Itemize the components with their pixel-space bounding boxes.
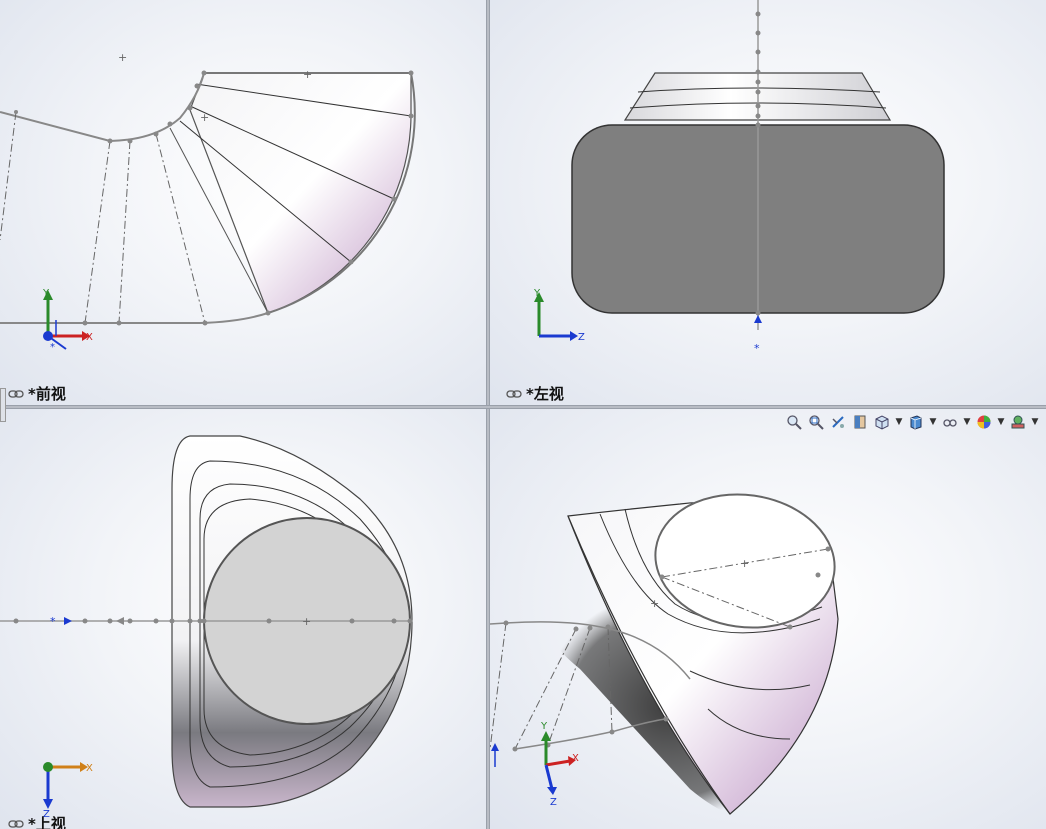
edit-appearance-icon[interactable]	[974, 412, 994, 432]
horizontal-viewport-splitter[interactable]	[0, 405, 1046, 409]
previous-view-icon[interactable]	[828, 412, 848, 432]
zoom-to-fit-icon[interactable]	[784, 412, 804, 432]
top-view-name: *上视	[28, 815, 66, 829]
svg-text:*: *	[50, 342, 55, 353]
left-view-name: *左视	[526, 385, 564, 403]
svg-text:X: X	[572, 753, 579, 764]
vertical-viewport-splitter[interactable]	[486, 0, 490, 829]
view-orientation-dropdown[interactable]: ▼	[894, 412, 904, 432]
svg-text:X: X	[86, 332, 93, 343]
link-icon	[8, 389, 24, 398]
svg-text:*: *	[754, 342, 760, 355]
edit-appearance-dropdown[interactable]: ▼	[996, 412, 1006, 432]
left-view-label[interactable]: *左视	[506, 383, 564, 404]
front-viewport[interactable]: + + + * Y X *前视	[0, 0, 486, 405]
svg-text:X: X	[86, 763, 93, 774]
iso-triad-icon: Y X Z	[491, 721, 579, 808]
display-style-dropdown[interactable]: ▼	[928, 412, 938, 432]
svg-text:Z: Z	[578, 332, 585, 343]
left-view-canvas: * Y Z	[533, 0, 945, 355]
svg-text:Y: Y	[42, 288, 50, 299]
link-icon	[8, 819, 24, 828]
isometric-view-canvas: + + Y X Z	[490, 493, 839, 821]
top-view-canvas: + * X Z	[0, 435, 413, 820]
heads-up-view-toolbar: ▼ ▼ ▼ ▼ ▼	[784, 412, 1040, 432]
svg-text:+: +	[200, 111, 209, 124]
apply-scene-icon[interactable]	[1008, 412, 1028, 432]
link-icon	[506, 389, 522, 398]
top-triad-icon: X Z	[43, 762, 93, 820]
front-view-name: *前视	[28, 385, 66, 403]
svg-text:Y: Y	[533, 288, 541, 299]
hide-show-items-icon[interactable]	[940, 412, 960, 432]
svg-text:*: *	[50, 615, 56, 628]
elbow-surface	[189, 72, 412, 314]
left-viewport[interactable]: * Y Z *左视	[490, 0, 1046, 405]
svg-text:Z: Z	[550, 797, 557, 808]
apply-scene-dropdown[interactable]: ▼	[1030, 412, 1040, 432]
svg-text:+: +	[302, 615, 311, 628]
section-view-icon[interactable]	[850, 412, 870, 432]
front-view-canvas: + + + * Y X	[0, 51, 416, 353]
svg-text:+: +	[118, 51, 127, 64]
display-style-icon[interactable]	[906, 412, 926, 432]
front-view-label[interactable]: *前视	[8, 383, 66, 404]
zoom-to-area-icon[interactable]	[806, 412, 826, 432]
hide-show-dropdown[interactable]: ▼	[962, 412, 972, 432]
panel-collapse-handle[interactable]	[0, 388, 6, 422]
svg-text:+: +	[740, 557, 749, 570]
top-view-label[interactable]: *上视	[8, 813, 66, 829]
svg-text:Y: Y	[540, 721, 548, 732]
view-orientation-icon[interactable]	[872, 412, 892, 432]
left-triad-icon: Y Z	[533, 288, 585, 343]
isometric-viewport[interactable]: + + Y X Z	[490, 409, 1046, 829]
svg-text:+: +	[303, 68, 312, 81]
svg-text:+: +	[650, 597, 659, 610]
top-viewport[interactable]: + * X Z *上视	[0, 409, 486, 829]
